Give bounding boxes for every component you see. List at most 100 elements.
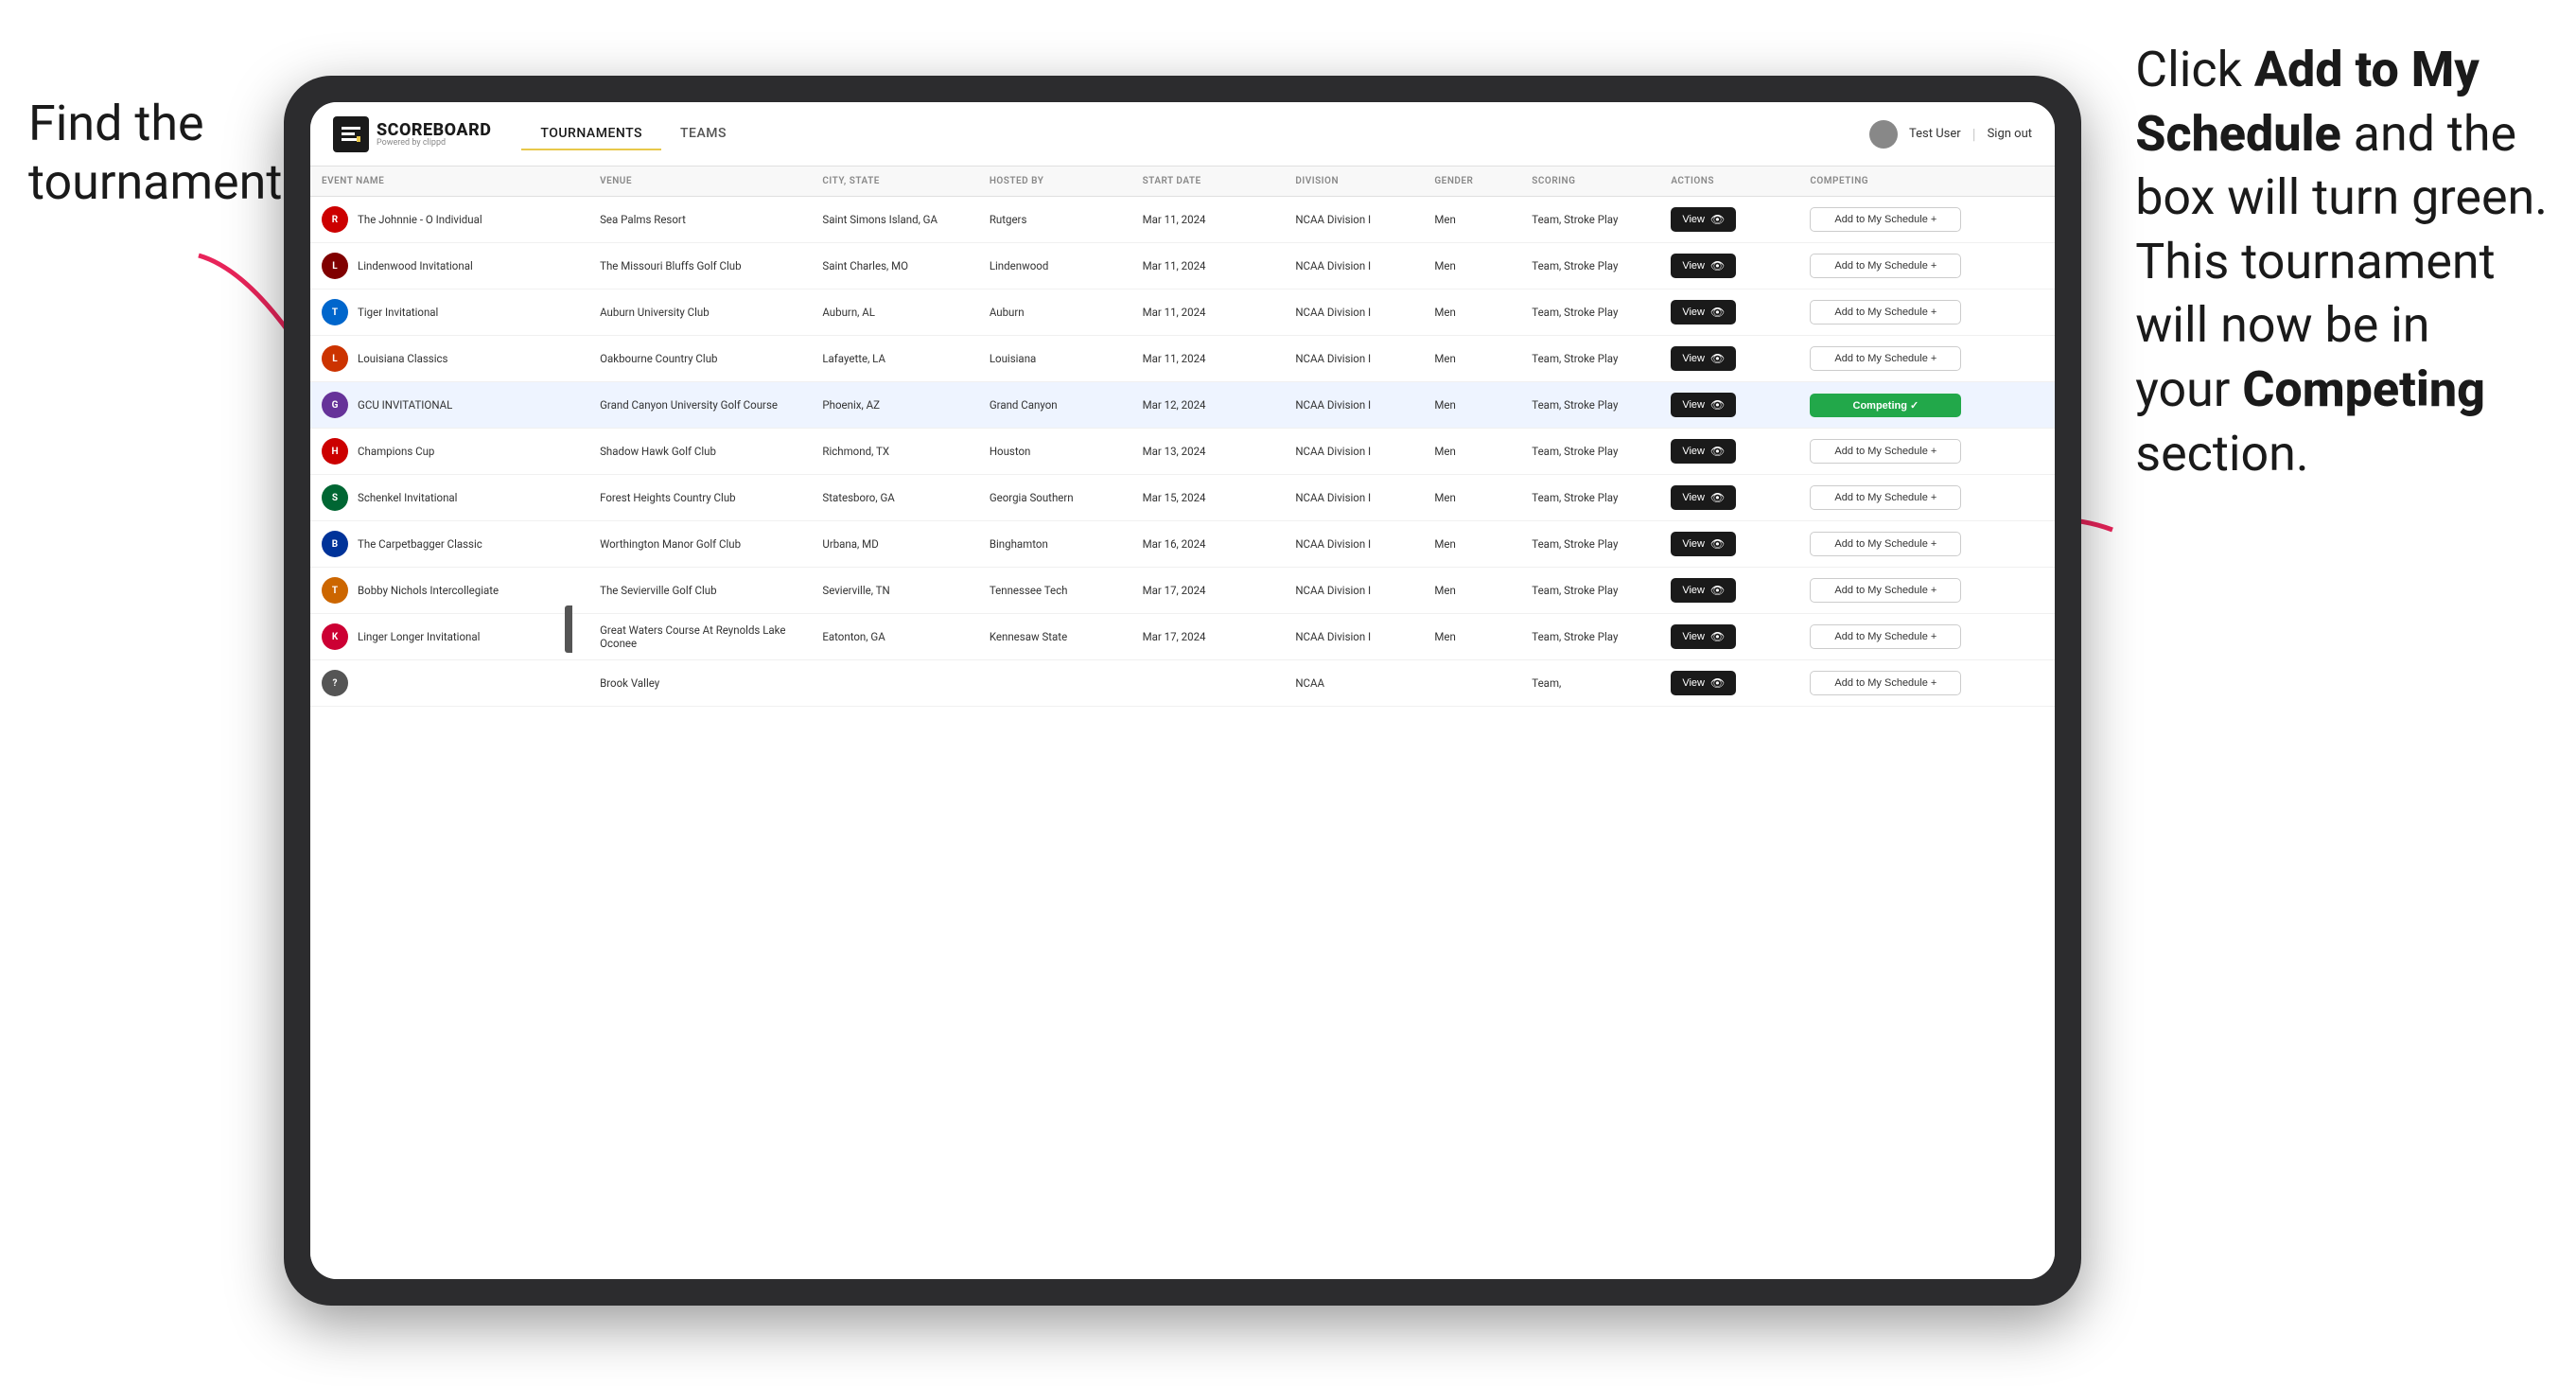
team-logo: S (322, 484, 348, 511)
user-name: Test User (1909, 127, 1961, 141)
gender-cell: Men (1423, 429, 1520, 475)
col-actions: ACTIONS (1659, 167, 1798, 197)
venue-cell: The Missouri Bluffs Golf Club (588, 243, 811, 289)
team-logo: L (322, 253, 348, 279)
col-city-state: CITY, STATE (811, 167, 977, 197)
col-hosted-by: HOSTED BY (978, 167, 1131, 197)
hosted-by-cell: Rutgers (978, 197, 1131, 243)
team-logo: K (322, 623, 348, 650)
scoring-cell: Team, Stroke Play (1520, 475, 1659, 521)
actions-cell: View 👁 (1659, 243, 1798, 289)
venue-cell: Sea Palms Resort (588, 197, 811, 243)
competing-cell: Add to My Schedule + (1798, 243, 2055, 289)
event-name: The Carpetbagger Classic (358, 537, 482, 551)
competing-cell: Add to My Schedule + (1798, 429, 2055, 475)
eye-icon: 👁 (1710, 398, 1725, 412)
hosted-by-cell: Tennessee Tech (978, 568, 1131, 614)
actions-cell: View 👁 (1659, 521, 1798, 568)
add-to-schedule-button[interactable]: Add to My Schedule + (1810, 624, 1961, 649)
col-start-date: START DATE (1131, 167, 1285, 197)
scoring-cell: Team, Stroke Play (1520, 568, 1659, 614)
table-container[interactable]: EVENT NAME VENUE CITY, STATE HOSTED BY S… (310, 167, 2055, 1279)
add-to-schedule-button[interactable]: Add to My Schedule + (1810, 578, 1961, 603)
competing-button[interactable]: Competing ✓ (1810, 394, 1961, 417)
eye-icon: 👁 (1710, 259, 1725, 272)
start-date-cell: Mar 13, 2024 (1131, 429, 1285, 475)
team-logo: H (322, 438, 348, 465)
user-avatar (1869, 120, 1898, 149)
add-to-schedule-button[interactable]: Add to My Schedule + (1810, 439, 1961, 464)
view-button[interactable]: View 👁 (1671, 671, 1736, 695)
sign-out-link[interactable]: Sign out (1988, 127, 2032, 141)
actions-cell: View 👁 (1659, 568, 1798, 614)
venue-cell: Shadow Hawk Golf Club (588, 429, 811, 475)
competing-cell: Add to My Schedule + (1798, 336, 2055, 382)
col-gender: GENDER (1423, 167, 1520, 197)
event-name-cell: B The Carpetbagger Classic (310, 521, 588, 568)
hosted-by-cell: Houston (978, 429, 1131, 475)
division-cell: NCAA Division I (1284, 382, 1423, 429)
view-button[interactable]: View 👁 (1671, 624, 1736, 649)
event-name: Louisiana Classics (358, 352, 448, 365)
eye-icon: 👁 (1710, 352, 1725, 365)
eye-icon: 👁 (1710, 306, 1725, 319)
start-date-cell: Mar 15, 2024 (1131, 475, 1285, 521)
start-date-cell: Mar 11, 2024 (1131, 289, 1285, 336)
team-logo: B (322, 531, 348, 557)
logo-area: SCOREBOARD Powered by clippd (333, 116, 491, 152)
view-button[interactable]: View 👁 (1671, 485, 1736, 510)
add-to-schedule-button[interactable]: Add to My Schedule + (1810, 671, 1961, 695)
view-button[interactable]: View 👁 (1671, 207, 1736, 232)
table-row: L Lindenwood Invitational The Missouri B… (310, 243, 2055, 289)
table-row: L Louisiana Classics Oakbourne Country C… (310, 336, 2055, 382)
start-date-cell: Mar 11, 2024 (1131, 243, 1285, 289)
view-button[interactable]: View 👁 (1671, 439, 1736, 464)
city-state-cell: Saint Charles, MO (811, 243, 977, 289)
nav-tab-tournaments[interactable]: TOURNAMENTS (521, 118, 661, 150)
view-button[interactable]: View 👁 (1671, 254, 1736, 278)
add-to-schedule-button[interactable]: Add to My Schedule + (1810, 300, 1961, 325)
city-state-cell: Phoenix, AZ (811, 382, 977, 429)
event-name-cell: S Schenkel Invitational (310, 475, 588, 521)
view-button[interactable]: View 👁 (1671, 532, 1736, 556)
event-name: Tiger Invitational (358, 306, 438, 319)
scoring-cell: Team, (1520, 660, 1659, 707)
gender-cell: Men (1423, 336, 1520, 382)
annotation-left: Find the tournament. (28, 95, 295, 213)
actions-cell: View 👁 (1659, 429, 1798, 475)
scoring-cell: Team, Stroke Play (1520, 289, 1659, 336)
add-to-schedule-button[interactable]: Add to My Schedule + (1810, 485, 1961, 510)
add-to-schedule-button[interactable]: Add to My Schedule + (1810, 346, 1961, 371)
actions-cell: View 👁 (1659, 197, 1798, 243)
nav-tab-teams[interactable]: TEAMS (661, 118, 745, 150)
view-button[interactable]: View 👁 (1671, 346, 1736, 371)
add-to-schedule-button[interactable]: Add to My Schedule + (1810, 254, 1961, 278)
event-name: GCU INVITATIONAL (358, 398, 452, 412)
gender-cell: Men (1423, 568, 1520, 614)
table-header-row: EVENT NAME VENUE CITY, STATE HOSTED BY S… (310, 167, 2055, 197)
add-to-schedule-button[interactable]: Add to My Schedule + (1810, 207, 1961, 232)
table-row: B The Carpetbagger Classic Worthington M… (310, 521, 2055, 568)
venue-cell: Grand Canyon University Golf Course (588, 382, 811, 429)
division-cell: NCAA Division I (1284, 429, 1423, 475)
logo-text: SCOREBOARD (377, 120, 491, 140)
scoring-cell: Team, Stroke Play (1520, 336, 1659, 382)
start-date-cell (1131, 660, 1285, 707)
gender-cell: Men (1423, 197, 1520, 243)
event-name: Lindenwood Invitational (358, 259, 473, 272)
event-name-cell: K Linger Longer Invitational (310, 614, 588, 660)
start-date-cell: Mar 16, 2024 (1131, 521, 1285, 568)
gender-cell: Men (1423, 243, 1520, 289)
gender-cell: Men (1423, 614, 1520, 660)
city-state-cell: Sevierville, TN (811, 568, 977, 614)
table-row: T Tiger Invitational Auburn University C… (310, 289, 2055, 336)
app-header: SCOREBOARD Powered by clippd TOURNAMENTS… (310, 102, 2055, 167)
team-logo: T (322, 299, 348, 325)
view-button[interactable]: View 👁 (1671, 300, 1736, 325)
view-button[interactable]: View 👁 (1671, 393, 1736, 417)
add-to-schedule-button[interactable]: Add to My Schedule + (1810, 532, 1961, 556)
view-button[interactable]: View 👁 (1671, 578, 1736, 603)
division-cell: NCAA Division I (1284, 568, 1423, 614)
venue-cell: Oakbourne Country Club (588, 336, 811, 382)
side-button (565, 605, 572, 653)
